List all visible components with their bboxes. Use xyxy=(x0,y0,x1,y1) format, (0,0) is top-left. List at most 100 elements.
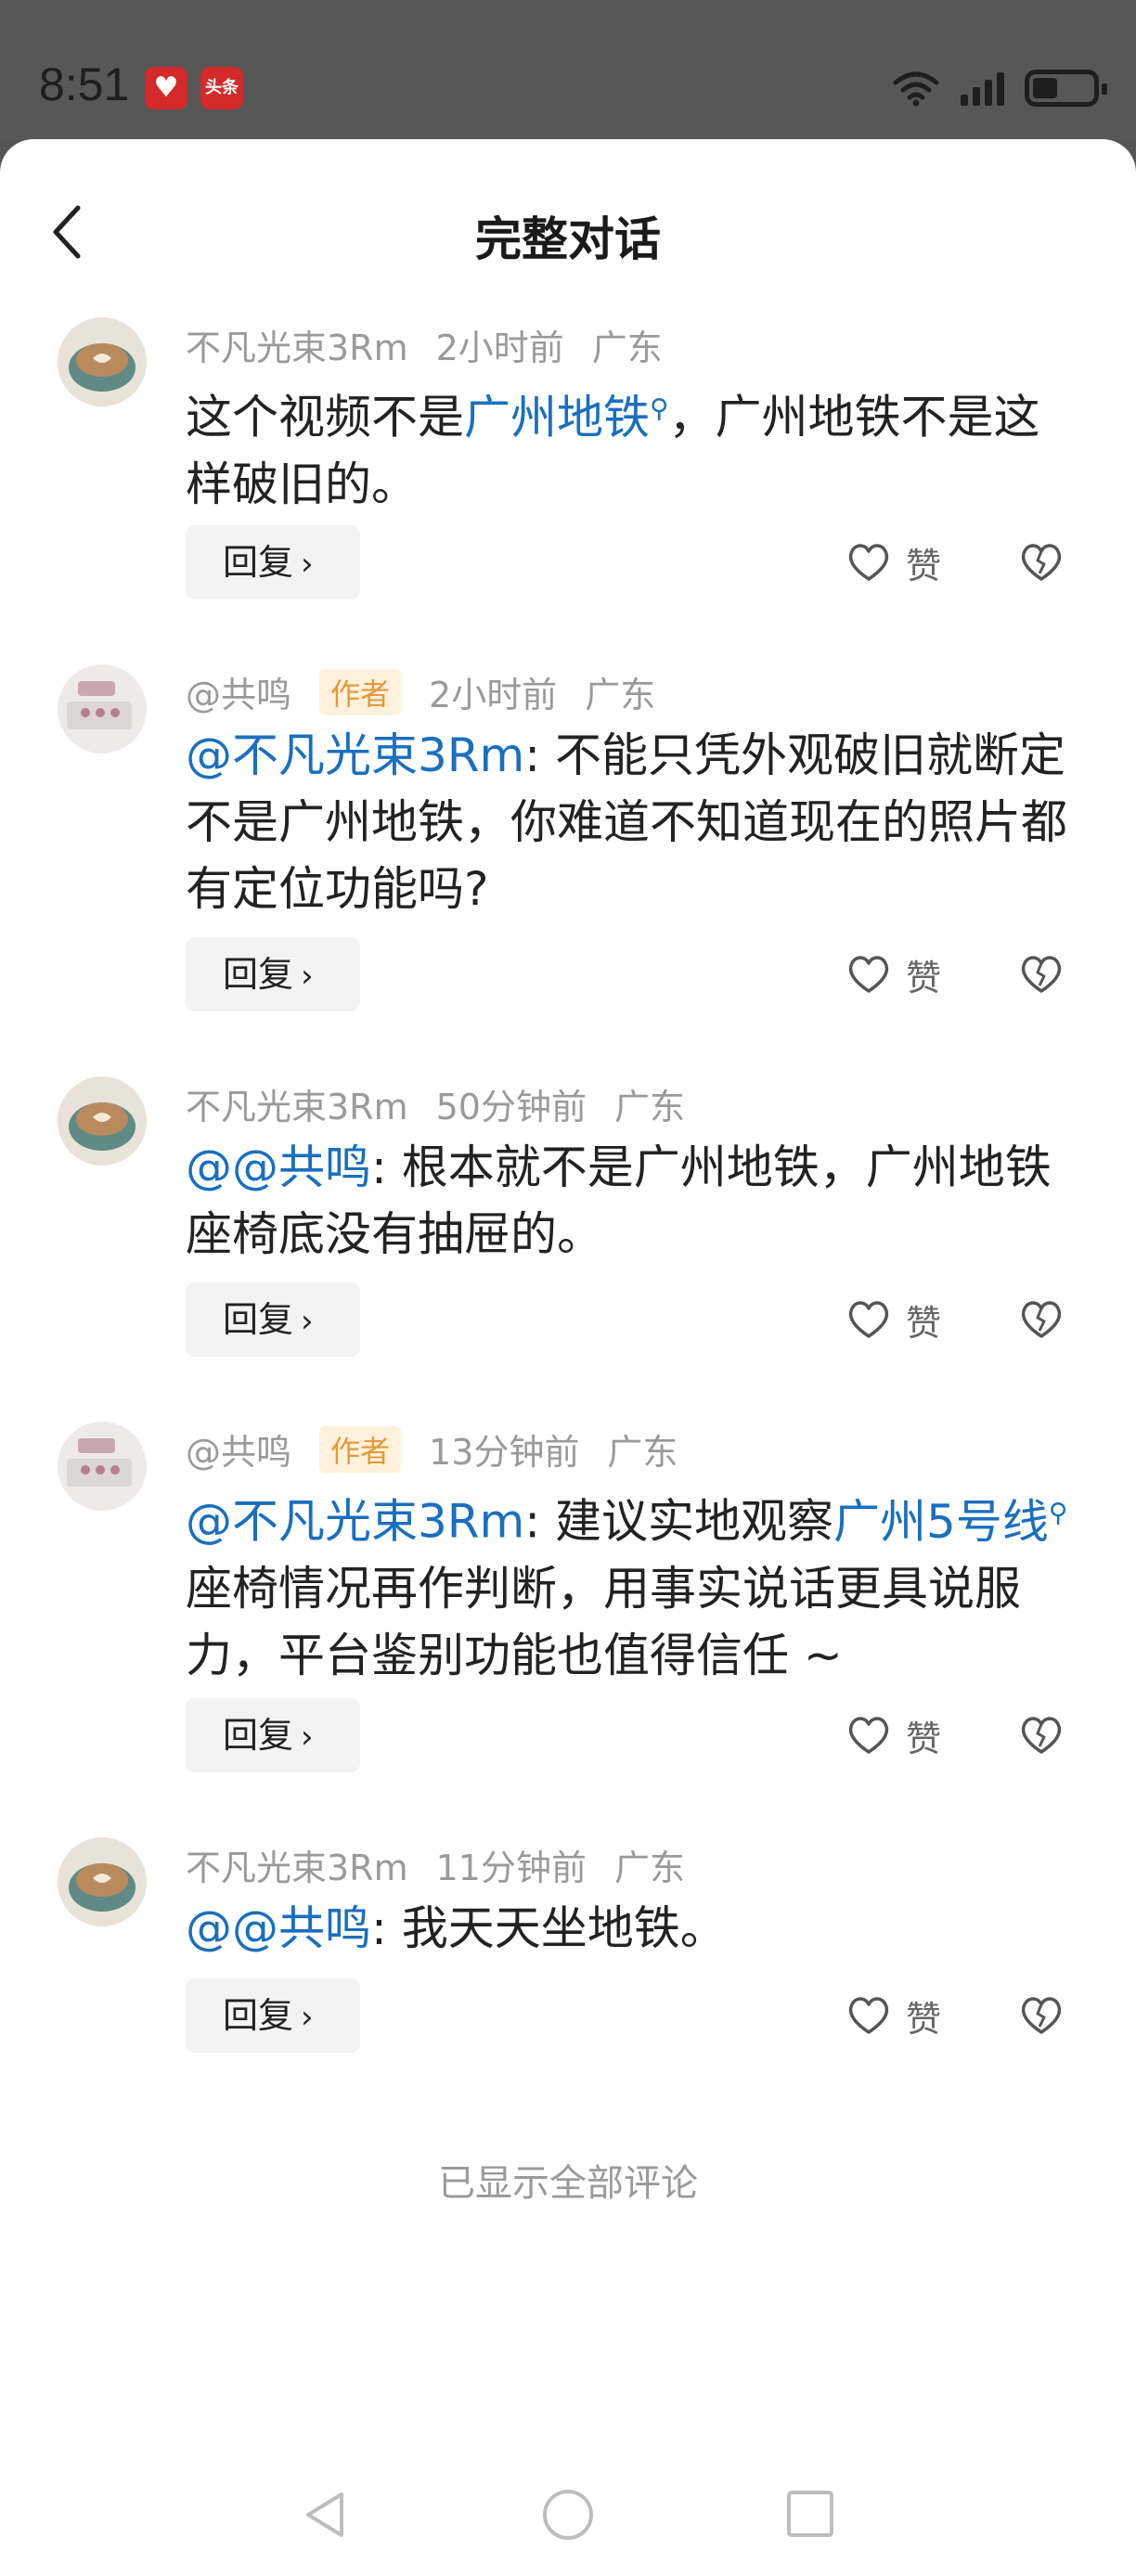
username[interactable]: 不凡光束3Rm xyxy=(186,1078,408,1129)
heart-icon xyxy=(848,544,889,581)
heart-icon xyxy=(848,956,889,993)
like-button[interactable]: 赞 xyxy=(846,937,941,1011)
chevron-right-icon: › xyxy=(301,546,314,583)
location: 广东 xyxy=(585,675,656,715)
heart-icon xyxy=(848,1717,889,1754)
like-button[interactable]: 赞 xyxy=(846,1698,941,1772)
location: 广东 xyxy=(613,1087,685,1127)
signal-icon xyxy=(961,71,1004,106)
reply-button[interactable]: 回复 › xyxy=(186,1698,360,1772)
like-button[interactable]: 赞 xyxy=(846,1978,941,2053)
page-title: 完整对话 xyxy=(475,213,661,266)
nav-recent-icon xyxy=(787,2491,833,2537)
search-icon: ⚲ xyxy=(650,393,669,423)
text-segment: 这个视频不是 xyxy=(186,390,464,444)
like-label: 赞 xyxy=(906,1302,942,1344)
chevron-right-icon: › xyxy=(301,958,314,995)
battery-icon xyxy=(1025,70,1107,107)
nav-back-button[interactable] xyxy=(299,2487,351,2546)
heart-icon xyxy=(848,1997,889,2034)
timestamp: 2小时前 xyxy=(429,675,558,715)
timestamp: 11分钟前 xyxy=(435,1848,587,1888)
chevron-right-icon: › xyxy=(301,1719,314,1756)
chevron-right-icon: › xyxy=(301,1999,314,2036)
timestamp: 13分钟前 xyxy=(429,1432,580,1473)
author-badge: 作者 xyxy=(319,1425,402,1473)
username[interactable]: @共鸣 xyxy=(186,1423,291,1475)
topic-link[interactable]: 广州地铁⚲ xyxy=(464,391,669,444)
like-label: 赞 xyxy=(906,1718,942,1759)
text-segment: : 建议实地观察 xyxy=(524,1494,834,1549)
search-icon: ⚲ xyxy=(1048,1497,1068,1527)
link-label: 广州地铁 xyxy=(464,390,650,444)
username[interactable]: @共鸣 xyxy=(186,666,291,717)
username[interactable]: 不凡光束3Rm xyxy=(186,1839,408,1890)
dislike-button[interactable] xyxy=(1019,1282,1064,1357)
mention-link[interactable]: @@共鸣 xyxy=(186,1901,371,1955)
reply-label: 回复 xyxy=(223,954,294,995)
chevron-right-icon: › xyxy=(301,1303,314,1340)
comment-text: @不凡光束3Rm: 不能只凭外观破旧就断定不是广州地铁，你难道不知道现在的照片都… xyxy=(186,722,1077,922)
reply-button[interactable]: 回复 › xyxy=(186,1282,360,1357)
topic-link[interactable]: 广州5号线⚲ xyxy=(833,1495,1067,1549)
broken-heart-icon xyxy=(1021,1717,1062,1754)
broken-heart-icon xyxy=(1021,544,1062,581)
toutiao-app-icon: 头条 xyxy=(200,67,243,109)
reply-button[interactable]: 回复 › xyxy=(186,1978,360,2053)
comment-text: @@共鸣: 根本就不是广州地铁，广州地铁座椅底没有抽屉的。 xyxy=(186,1134,1077,1268)
username[interactable]: 不凡光束3Rm xyxy=(186,319,408,370)
like-label: 赞 xyxy=(906,1998,942,2040)
heart-icon xyxy=(848,1301,889,1338)
mention-link[interactable]: @@共鸣 xyxy=(186,1140,371,1194)
nav-home-icon xyxy=(543,2490,593,2540)
broken-heart-icon xyxy=(1021,1997,1062,2034)
text-segment: : 我天天坐地铁。 xyxy=(371,1901,727,1955)
link-label: 广州5号线 xyxy=(833,1494,1049,1549)
reply-button[interactable]: 回复 › xyxy=(186,937,360,1011)
avatar[interactable] xyxy=(58,1422,147,1511)
dislike-button[interactable] xyxy=(1019,525,1064,599)
status-bar: 8:51 ♥ 头条 xyxy=(0,0,1136,139)
comment-meta: @共鸣 作者 2小时前 广东 xyxy=(186,666,683,717)
like-label: 赞 xyxy=(906,957,942,998)
comment-text: @不凡光束3Rm: 建议实地观察广州5号线⚲ 座椅情况再作判断，用事实说话更具说… xyxy=(186,1479,1077,1689)
broken-heart-icon xyxy=(1021,956,1062,993)
reply-label: 回复 xyxy=(223,1715,294,1756)
comment-meta: 不凡光束3Rm 50分钟前 广东 xyxy=(186,1078,713,1129)
comment-text: @@共鸣: 我天天坐地铁。 xyxy=(186,1895,1077,1962)
author-badge: 作者 xyxy=(319,668,402,715)
reply-label: 回复 xyxy=(223,1995,294,2036)
avatar[interactable] xyxy=(58,1076,147,1166)
reply-label: 回复 xyxy=(223,542,294,583)
comment-meta: 不凡光束3Rm 2小时前 广东 xyxy=(186,319,691,370)
status-icons xyxy=(892,65,1107,111)
location: 广东 xyxy=(607,1432,678,1473)
status-time: 8:51 xyxy=(39,58,130,110)
comment-meta: @共鸣 作者 13分钟前 广东 xyxy=(186,1423,705,1475)
timestamp: 2小时前 xyxy=(435,328,564,368)
nav-home-button[interactable] xyxy=(540,2487,596,2546)
avatar[interactable] xyxy=(58,1837,147,1926)
mention-link[interactable]: @不凡光束3Rm xyxy=(186,728,524,782)
nav-recent-button[interactable] xyxy=(783,2487,835,2546)
dislike-button[interactable] xyxy=(1019,1698,1064,1772)
text-segment: 座椅情况再作判断，用事实说话更具说服力，平台鉴别功能也值得信任 ~ xyxy=(186,1561,1021,1682)
all-comments-shown-note: 已显示全部评论 xyxy=(438,2162,698,2205)
comment-meta: 不凡光束3Rm 11分钟前 广东 xyxy=(186,1839,713,1890)
like-button[interactable]: 赞 xyxy=(846,525,941,599)
reply-button[interactable]: 回复 › xyxy=(186,525,360,599)
location: 广东 xyxy=(613,1848,685,1888)
avatar[interactable] xyxy=(58,664,147,753)
mention-link[interactable]: @不凡光束3Rm xyxy=(186,1495,524,1549)
like-button[interactable]: 赞 xyxy=(846,1282,941,1357)
dislike-button[interactable] xyxy=(1019,937,1064,1011)
avatar[interactable] xyxy=(58,317,147,406)
reply-label: 回复 xyxy=(223,1299,294,1340)
broken-heart-icon xyxy=(1021,1301,1062,1338)
system-nav-bar xyxy=(0,2450,1136,2576)
heart-app-icon: ♥ xyxy=(145,67,187,109)
location: 广东 xyxy=(591,328,663,368)
nav-back-icon xyxy=(306,2492,343,2537)
dislike-button[interactable] xyxy=(1019,1978,1064,2053)
timestamp: 50分钟前 xyxy=(435,1087,587,1127)
